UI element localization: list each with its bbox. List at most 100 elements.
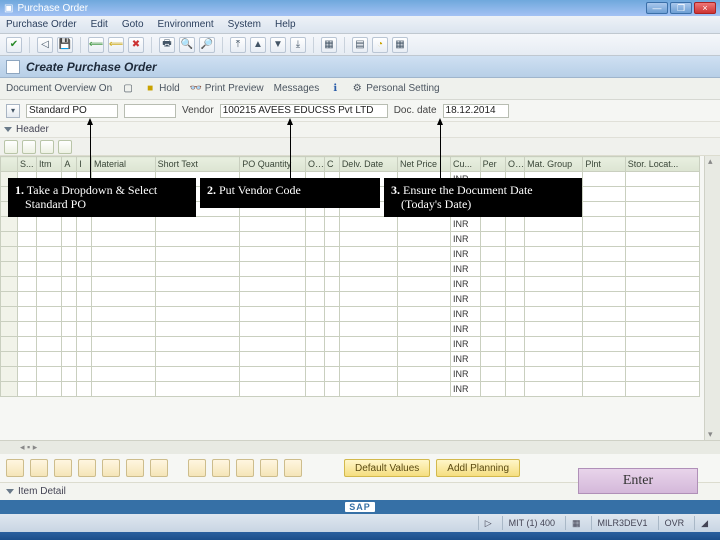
grid-select-icon[interactable] [22, 140, 36, 154]
sap-band: SAP [0, 500, 720, 514]
doc-overview-button[interactable]: Document Overview On [6, 83, 112, 94]
create-button[interactable]: ▢ [122, 83, 134, 95]
info-icon[interactable]: ℹ [329, 83, 341, 95]
table-row[interactable]: INR [1, 307, 700, 322]
table-row[interactable]: INR [1, 292, 700, 307]
status-mode: OVR [658, 516, 691, 530]
lb9[interactable] [212, 459, 230, 477]
po-type-dropdown-icon[interactable]: ▾ [6, 104, 20, 118]
status-host: MILR3DEV1 [591, 516, 654, 530]
table-row[interactable]: INR [1, 277, 700, 292]
po-header-form: ▾ Vendor Doc. date [0, 100, 720, 122]
layout-icon[interactable]: ▤ [352, 37, 368, 53]
item-detail-label: Item Detail [18, 486, 66, 497]
menu-help[interactable]: Help [275, 19, 296, 30]
po-type-field[interactable] [26, 104, 118, 118]
menu-system[interactable]: System [228, 19, 261, 30]
new-session-icon[interactable]: ▦ [321, 37, 337, 53]
page-header: Create Purchase Order [0, 56, 720, 78]
menu-goto[interactable]: Goto [122, 19, 144, 30]
vendor-label: Vendor [182, 105, 214, 116]
arrow-1 [90, 122, 91, 180]
lb6[interactable] [126, 459, 144, 477]
doc-icon [6, 60, 20, 74]
default-values-button[interactable]: Default Values [344, 459, 430, 477]
grid-toolbar [0, 138, 720, 156]
menu-edit[interactable]: Edit [91, 19, 108, 30]
grid-sort-icon[interactable] [40, 140, 54, 154]
window-icon: ▣ [4, 3, 13, 14]
vendor-field[interactable] [220, 104, 388, 118]
header-label: Header [16, 124, 49, 135]
status-resize-icon: ◢ [694, 516, 714, 530]
chevron-down-icon-2 [6, 489, 14, 494]
table-row[interactable]: INR [1, 232, 700, 247]
table-row[interactable]: INR [1, 382, 700, 397]
enter-icon[interactable]: ✔ [6, 37, 22, 53]
table-row[interactable]: INR [1, 247, 700, 262]
personal-setting-button[interactable]: ⚙Personal Setting [351, 83, 439, 95]
header-collapse-row[interactable]: Header [0, 122, 720, 138]
messages-button[interactable]: Messages [274, 83, 320, 94]
findnext-icon[interactable]: 🔎 [199, 37, 215, 53]
hold-button[interactable]: ■Hold [144, 83, 180, 95]
horizontal-scrollbar[interactable]: ◂ ▪ ▸ [0, 440, 720, 454]
nextpage-icon[interactable]: ▼ [270, 37, 286, 53]
sap-logo: SAP [345, 502, 375, 512]
back-icon[interactable]: ◁ [37, 37, 53, 53]
lb11[interactable] [260, 459, 278, 477]
vertical-scrollbar[interactable] [704, 156, 720, 440]
print-icon[interactable]: 🖶 [159, 37, 175, 53]
help-sap-icon[interactable]: ◔ [372, 37, 388, 53]
table-row[interactable]: INR [1, 322, 700, 337]
menubar: Purchase Order Edit Goto Environment Sys… [0, 16, 720, 34]
exit-icon[interactable]: ⟸ [108, 37, 124, 53]
table-row[interactable]: INR [1, 352, 700, 367]
lb8[interactable] [188, 459, 206, 477]
lb1[interactable] [6, 459, 24, 477]
chevron-down-icon [4, 127, 12, 132]
lb4[interactable] [78, 459, 96, 477]
table-row[interactable]: INR [1, 262, 700, 277]
lb7[interactable] [150, 459, 168, 477]
docdate-label: Doc. date [394, 105, 437, 116]
enter-callout-button[interactable]: Enter [578, 468, 698, 494]
sub-toolbar: Document Overview On ▢ ■Hold 👓Print Prev… [0, 78, 720, 100]
save-icon[interactable]: 💾 [57, 37, 73, 53]
grid-filter-icon[interactable] [58, 140, 72, 154]
close-button[interactable]: × [694, 2, 716, 14]
lb3[interactable] [54, 459, 72, 477]
find-icon[interactable]: 🔍 [179, 37, 195, 53]
table-row[interactable]: INR [1, 337, 700, 352]
po-number-field[interactable] [124, 104, 176, 118]
cancel-icon[interactable]: ✖ [128, 37, 144, 53]
lb12[interactable] [284, 459, 302, 477]
addl-planning-button[interactable]: Addl Planning [436, 459, 520, 477]
status-host-icon: ▦ [565, 516, 587, 530]
callout-1: 1. Take a Dropdown & Select Standard PO [8, 178, 196, 217]
arrow-3 [440, 122, 441, 180]
os-taskbar [0, 532, 720, 540]
page-title: Create Purchase Order [26, 60, 157, 74]
table-row[interactable]: INR [1, 367, 700, 382]
prevpage-icon[interactable]: ▲ [250, 37, 266, 53]
print-preview-button[interactable]: 👓Print Preview [190, 83, 264, 95]
lb2[interactable] [30, 459, 48, 477]
table-row[interactable]: INR [1, 217, 700, 232]
lb5[interactable] [102, 459, 120, 477]
maximize-button[interactable]: ❐ [670, 2, 692, 14]
status-bar: ▷ MIT (1) 400 ▦ MILR3DEV1 OVR ◢ [0, 514, 720, 532]
callout-3: 3. Ensure the Document Date (Today's Dat… [384, 178, 582, 217]
firstpage-icon[interactable]: ⤒ [230, 37, 246, 53]
grid-detail-icon[interactable] [4, 140, 18, 154]
customize-icon[interactable]: ▦ [392, 37, 408, 53]
minimize-button[interactable]: — [646, 2, 668, 14]
status-arrow-icon: ▷ [478, 516, 498, 530]
callout-2: 2. Put Vendor Code [200, 178, 380, 208]
menu-environment[interactable]: Environment [158, 19, 214, 30]
docdate-field[interactable] [443, 104, 509, 118]
back2-icon[interactable]: ⟸ [88, 37, 104, 53]
lb10[interactable] [236, 459, 254, 477]
menu-purchase-order[interactable]: Purchase Order [6, 19, 77, 30]
lastpage-icon[interactable]: ⤓ [290, 37, 306, 53]
